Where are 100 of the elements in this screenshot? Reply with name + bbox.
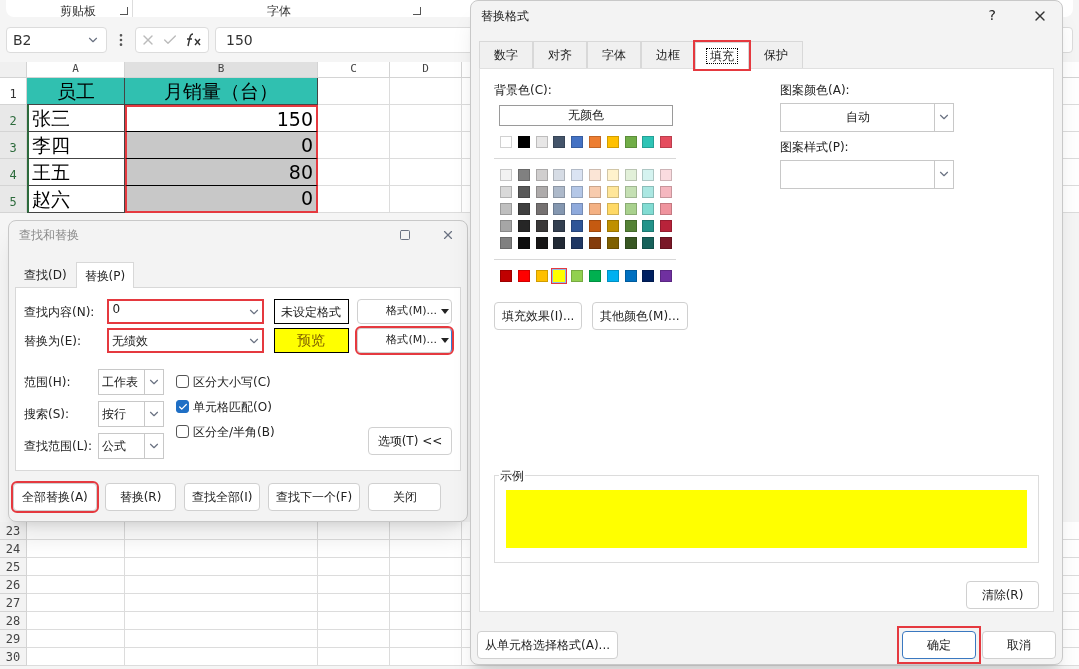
options-button[interactable]: 选项(T) << xyxy=(368,427,452,455)
color-swatch[interactable] xyxy=(624,219,637,232)
name-box[interactable]: B2 xyxy=(6,27,107,53)
color-swatch[interactable] xyxy=(606,219,619,232)
color-swatch[interactable] xyxy=(571,236,584,249)
color-swatch[interactable] xyxy=(606,185,619,198)
maximize-icon[interactable] xyxy=(399,229,411,241)
column-header[interactable]: D xyxy=(390,62,462,78)
dialog-button[interactable]: 查找下一个(F) xyxy=(268,483,360,511)
checkbox[interactable]: 区分大小写(C) xyxy=(176,372,275,391)
color-swatch[interactable] xyxy=(589,185,601,198)
color-swatch[interactable] xyxy=(500,135,512,148)
dialog-tab[interactable]: 替换(P) xyxy=(75,262,135,288)
dialog-tab[interactable]: 查找(D) xyxy=(15,261,76,287)
color-swatch[interactable] xyxy=(517,236,530,249)
color-swatch[interactable] xyxy=(571,269,584,282)
color-swatch[interactable] xyxy=(660,168,673,181)
color-swatch[interactable] xyxy=(571,219,584,232)
color-swatch[interactable] xyxy=(571,168,584,181)
color-swatch[interactable] xyxy=(642,269,655,282)
color-swatch[interactable] xyxy=(642,135,655,148)
color-swatch[interactable] xyxy=(500,168,512,181)
color-swatch[interactable] xyxy=(642,168,655,181)
color-swatch[interactable] xyxy=(660,269,673,282)
no-color-button[interactable]: 无颜色 xyxy=(499,104,673,126)
dialog-tab[interactable]: 保护 xyxy=(749,40,803,68)
color-swatch[interactable] xyxy=(589,219,601,232)
color-swatch[interactable] xyxy=(606,135,619,148)
select-field[interactable]: 公式 xyxy=(98,433,164,459)
select-field[interactable]: 按行 xyxy=(98,401,164,427)
dialog-button[interactable]: 填充效果(I)... xyxy=(494,301,583,330)
color-swatch[interactable] xyxy=(553,269,566,282)
color-swatch[interactable] xyxy=(535,168,548,181)
cancel-button[interactable]: 取消 xyxy=(982,631,1056,659)
dialog-tab[interactable]: 对齐 xyxy=(533,40,587,68)
color-swatch[interactable] xyxy=(535,185,548,198)
color-swatch[interactable] xyxy=(642,236,655,249)
color-swatch[interactable] xyxy=(624,185,637,198)
color-swatch[interactable] xyxy=(571,202,584,215)
color-swatch[interactable] xyxy=(517,269,530,282)
color-swatch[interactable] xyxy=(517,185,530,198)
column-header[interactable]: C xyxy=(318,62,390,78)
column-header[interactable]: B xyxy=(125,62,318,78)
color-swatch[interactable] xyxy=(589,135,601,148)
color-swatch[interactable] xyxy=(500,269,512,282)
color-swatch[interactable] xyxy=(624,135,637,148)
color-swatch[interactable] xyxy=(660,219,673,232)
color-swatch[interactable] xyxy=(517,219,530,232)
color-swatch[interactable] xyxy=(642,202,655,215)
help-button[interactable]: ? xyxy=(988,5,996,27)
color-swatch[interactable] xyxy=(517,135,530,148)
dialog-button[interactable]: 关闭 xyxy=(368,483,441,511)
color-swatch[interactable] xyxy=(535,202,548,215)
color-swatch[interactable] xyxy=(606,168,619,181)
dialog-button[interactable]: 全部替换(A) xyxy=(13,483,97,511)
select-field[interactable]: 工作表 xyxy=(98,369,164,395)
color-swatch[interactable] xyxy=(553,135,566,148)
color-swatch[interactable] xyxy=(553,236,566,249)
color-swatch[interactable] xyxy=(535,236,548,249)
dialog-launcher-icon[interactable] xyxy=(413,7,421,15)
dialog-tab[interactable]: 字体 xyxy=(587,40,641,68)
format-button[interactable]: 格式(M)... xyxy=(356,328,452,353)
color-swatch[interactable] xyxy=(660,202,673,215)
color-swatch[interactable] xyxy=(535,269,548,282)
dialog-button[interactable]: 查找全部(I) xyxy=(184,483,260,511)
dialog-tab[interactable]: 填充 xyxy=(695,41,749,69)
color-swatch[interactable] xyxy=(606,269,619,282)
select-field[interactable] xyxy=(780,159,954,189)
color-swatch[interactable] xyxy=(624,202,637,215)
color-swatch[interactable] xyxy=(571,135,584,148)
color-swatch[interactable] xyxy=(517,168,530,181)
color-swatch[interactable] xyxy=(517,202,530,215)
color-swatch[interactable] xyxy=(660,236,673,249)
column-header[interactable]: A xyxy=(27,62,125,78)
color-swatch[interactable] xyxy=(606,202,619,215)
color-swatch[interactable] xyxy=(624,168,637,181)
combo-field[interactable]: 0 xyxy=(107,299,265,324)
color-swatch[interactable] xyxy=(553,168,566,181)
color-swatch[interactable] xyxy=(553,202,566,215)
color-swatch[interactable] xyxy=(535,135,548,148)
select-field[interactable]: 自动 xyxy=(780,102,954,132)
color-swatch[interactable] xyxy=(500,202,512,215)
dialog-tab[interactable]: 边框 xyxy=(641,40,695,68)
color-swatch[interactable] xyxy=(571,185,584,198)
format-button[interactable]: 格式(M)... xyxy=(356,299,452,324)
color-swatch[interactable] xyxy=(624,269,637,282)
dialog-button[interactable]: 其他颜色(M)... xyxy=(592,301,688,330)
color-swatch[interactable] xyxy=(642,219,655,232)
color-swatch[interactable] xyxy=(589,202,601,215)
color-swatch[interactable] xyxy=(500,185,512,198)
color-swatch[interactable] xyxy=(642,185,655,198)
checkbox[interactable]: 单元格匹配(O) xyxy=(176,397,275,416)
color-swatch[interactable] xyxy=(660,185,673,198)
pick-from-cell-button[interactable]: 从单元格选择格式(A)... xyxy=(477,631,618,659)
color-swatch[interactable] xyxy=(624,236,637,249)
color-swatch[interactable] xyxy=(535,219,548,232)
color-swatch[interactable] xyxy=(606,236,619,249)
color-swatch[interactable] xyxy=(553,185,566,198)
clear-button[interactable]: 清除(R) xyxy=(966,580,1039,609)
color-swatch[interactable] xyxy=(589,168,601,181)
